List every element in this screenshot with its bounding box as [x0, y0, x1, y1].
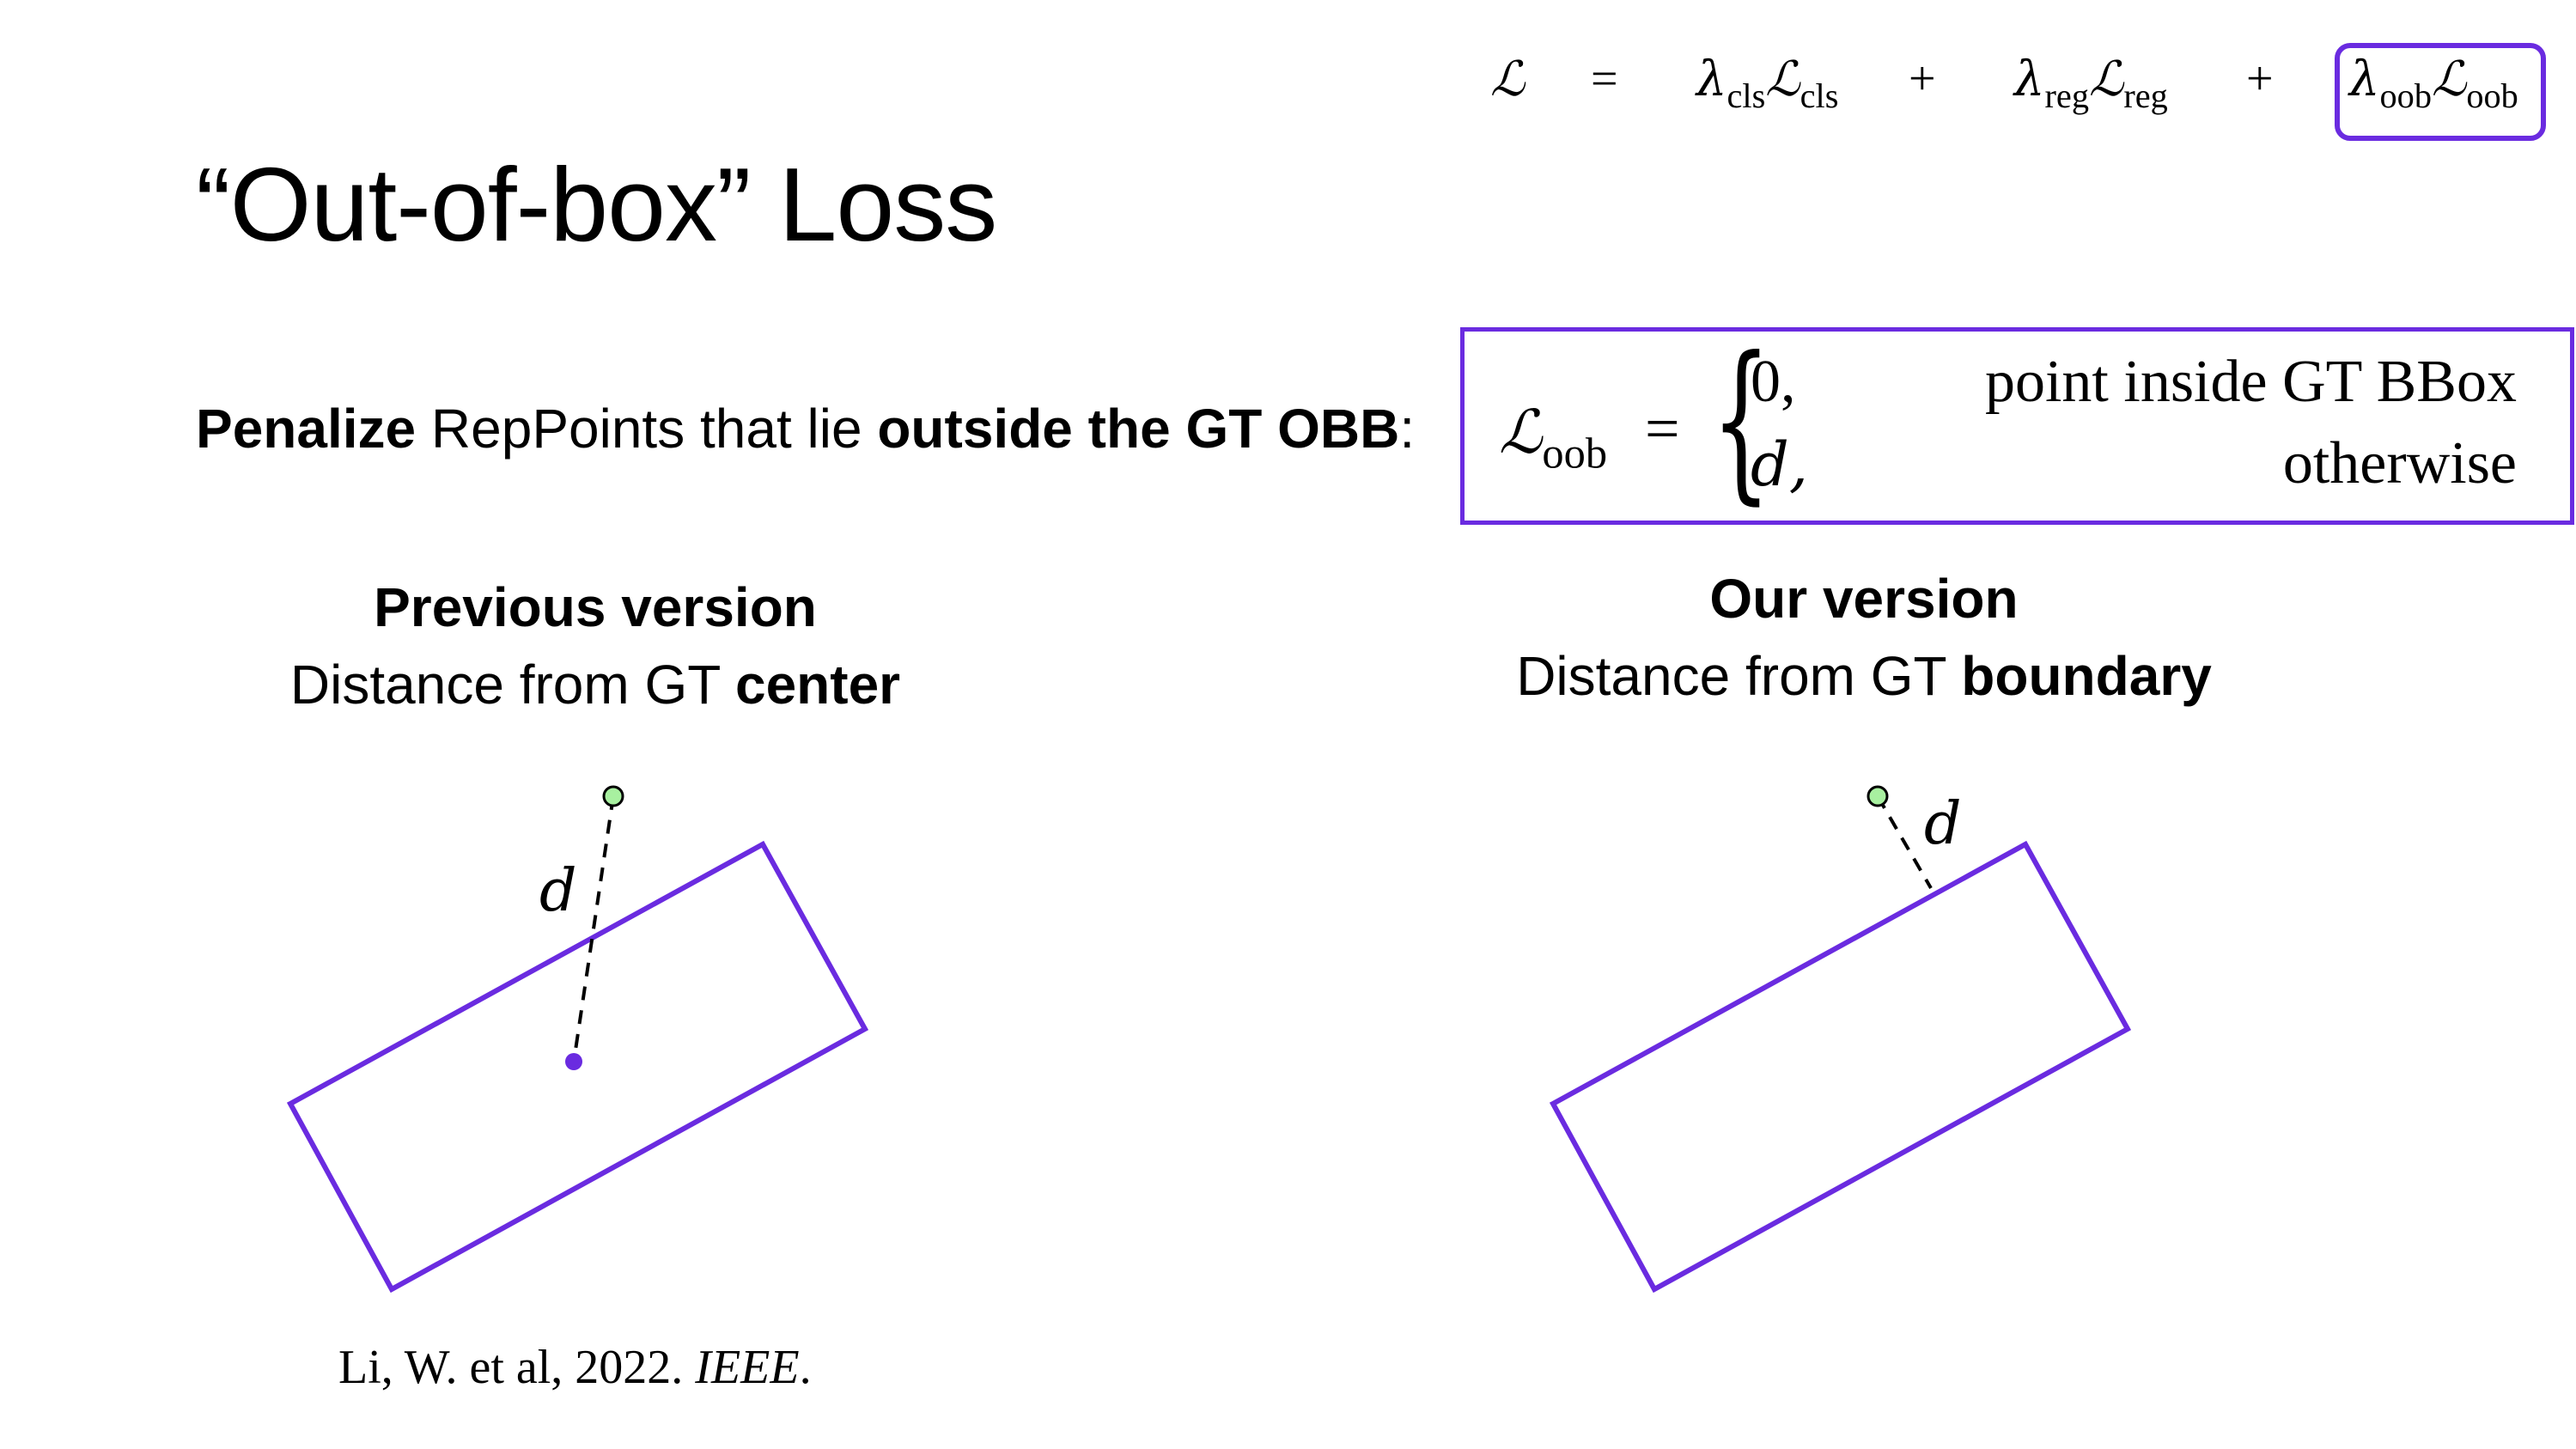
- penalize-statement: Penalize RepPoints that lie outside the …: [196, 398, 1416, 460]
- distance-label-previous: d: [539, 857, 577, 925]
- loob-equals: =: [1645, 394, 1680, 463]
- distance-line-to-boundary: [1876, 795, 1933, 890]
- gt-obb-rectangle-ours: [1549, 840, 2132, 1294]
- eq-equals: =: [1591, 52, 1618, 106]
- distance-label-ours: d: [1924, 790, 1962, 858]
- citation: Li, W. et al, 2022. IEEE.: [338, 1341, 812, 1394]
- previous-version-description: Distance from GT center: [289, 654, 901, 715]
- eq-term-cls: λclsℒcls: [1696, 52, 1839, 116]
- case2-condition: otherwise: [2282, 430, 2517, 496]
- case1-value: 0,: [1751, 349, 1796, 415]
- reppoint-outside-previous: [602, 785, 624, 807]
- eq-plus-2: +: [2246, 52, 2274, 106]
- gt-center-dot: [565, 1053, 582, 1070]
- case1-condition: point inside GT BBox: [1984, 349, 2517, 415]
- reppoint-outside-ours: [1867, 785, 1889, 807]
- our-version-diagram: d: [1549, 785, 2132, 1294]
- loob-lhs: ℒoob: [1499, 397, 1608, 478]
- previous-version-diagram: d: [286, 785, 869, 1294]
- slide-title: “Out-of-box” Loss: [196, 146, 997, 263]
- eq-term-reg: λregℒreg: [2014, 52, 2168, 116]
- eq-term-oob: λoobℒoob: [2349, 52, 2518, 116]
- our-version-heading: Our version: [1709, 568, 2019, 630]
- previous-version-heading: Previous version: [374, 576, 817, 638]
- case2-value: d,: [1751, 429, 1809, 500]
- eq-plus-1: +: [1909, 52, 1936, 106]
- eq-total-loss-symbol: ℒ: [1490, 52, 1526, 107]
- our-version-description: Distance from GT boundary: [1516, 645, 2212, 707]
